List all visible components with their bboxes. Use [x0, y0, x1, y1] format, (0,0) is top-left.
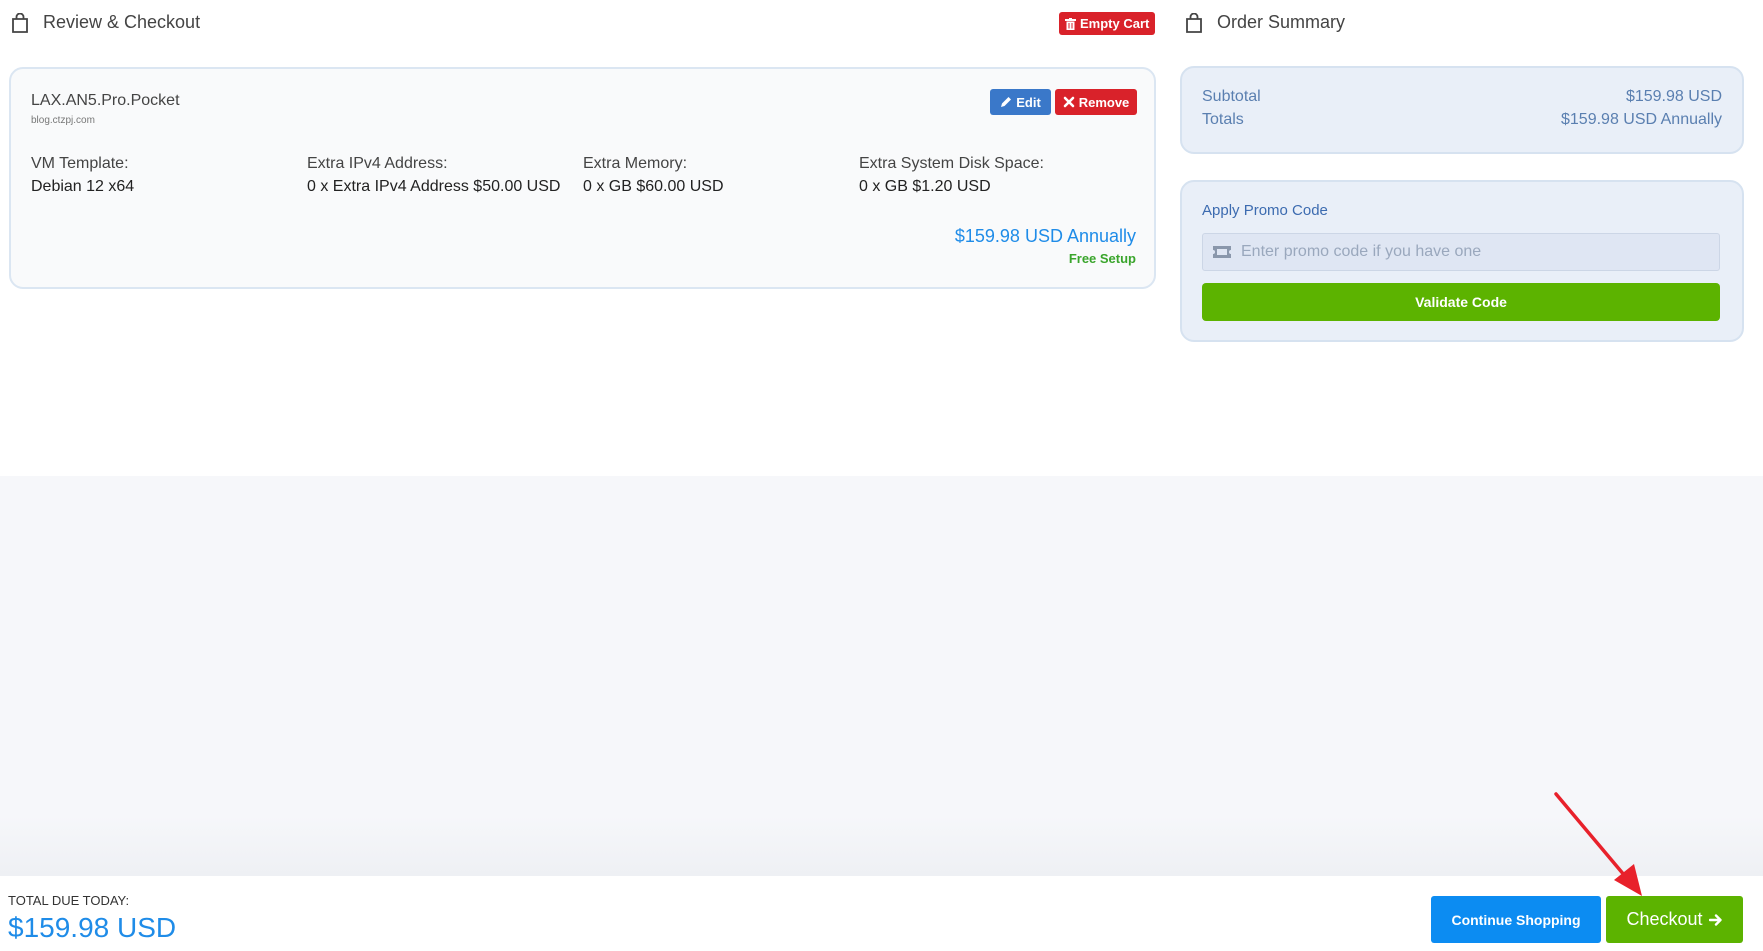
option-label: Extra IPv4 Address: [307, 155, 448, 172]
totals-value: $159.98 USD Annually [1561, 111, 1722, 128]
summary-title: Order Summary [1217, 12, 1346, 32]
promo-code-card: Apply Promo Code Validate Code [1180, 180, 1744, 342]
edit-button[interactable]: Edit [990, 89, 1051, 115]
edit-label: Edit [1016, 94, 1041, 110]
review-header: Review & Checkout [11, 12, 200, 33]
product-domain: blog.ctzpj.com [31, 115, 95, 126]
option-vm-template: VM Template: Debian 12 x64 [31, 155, 301, 196]
background-area [0, 476, 1763, 876]
subtotal-label: Subtotal [1202, 88, 1261, 105]
product-price: $159.98 USD Annually [954, 226, 1136, 246]
checkout-footer: TOTAL DUE TODAY: $159.98 USD Continue Sh… [0, 876, 1763, 951]
order-totals-card: Subtotal $159.98 USD Totals $159.98 USD … [1180, 66, 1744, 154]
shopping-bag-icon [12, 12, 28, 33]
option-extra-memory: Extra Memory: 0 x GB $60.00 USD [583, 155, 853, 196]
summary-header: Order Summary [1185, 12, 1345, 33]
remove-label: Remove [1078, 94, 1130, 110]
promo-input-wrapper [1202, 233, 1720, 271]
option-label: Extra System Disk Space: [859, 155, 1044, 172]
option-extra-ipv4: Extra IPv4 Address: 0 x Extra IPv4 Addre… [307, 155, 577, 196]
remove-button[interactable]: Remove [1055, 89, 1137, 115]
shopping-bag-icon [1186, 12, 1202, 33]
total-due-value: $159.98 USD [8, 912, 177, 943]
totals-label: Totals [1202, 111, 1244, 128]
empty-cart-label: Empty Cart [1080, 16, 1150, 31]
promo-title: Apply Promo Code [1202, 202, 1328, 219]
checkout-label: Checkout [1626, 909, 1703, 929]
option-value: Debian 12 x64 [31, 178, 135, 195]
review-title: Review & Checkout [43, 12, 201, 32]
checkout-button[interactable]: Checkout [1606, 896, 1743, 943]
product-name: LAX.AN5.Pro.Pocket [31, 92, 180, 109]
subtotal-row: Subtotal $159.98 USD [1202, 88, 1722, 106]
arrow-right-icon [1708, 913, 1722, 926]
option-extra-disk: Extra System Disk Space: 0 x GB $1.20 US… [859, 155, 1129, 196]
promo-code-input[interactable] [1241, 243, 1701, 261]
totals-row: Totals $159.98 USD Annually [1202, 111, 1722, 129]
ticket-icon [1213, 246, 1231, 258]
times-icon [1063, 96, 1075, 108]
total-due-label: TOTAL DUE TODAY: [8, 893, 130, 908]
continue-shopping-button[interactable]: Continue Shopping [1431, 896, 1601, 943]
product-card: LAX.AN5.Pro.Pocket blog.ctzpj.com Edit R… [9, 67, 1156, 289]
option-value: 0 x GB $60.00 USD [583, 178, 724, 195]
trash-icon [1065, 17, 1076, 30]
empty-cart-button[interactable]: Empty Cart [1059, 12, 1156, 35]
subtotal-value: $159.98 USD [1625, 88, 1722, 105]
checkout-page: Review & Checkout Empty Cart Order Summa… [0, 0, 1763, 951]
pencil-icon [1001, 97, 1012, 107]
validate-code-button[interactable]: Validate Code [1202, 283, 1720, 321]
setup-fee: Free Setup [1068, 251, 1136, 266]
option-label: VM Template: [31, 155, 129, 172]
option-value: 0 x Extra IPv4 Address $50.00 USD [307, 178, 561, 195]
option-value: 0 x GB $1.20 USD [859, 178, 991, 195]
option-label: Extra Memory: [583, 155, 688, 172]
